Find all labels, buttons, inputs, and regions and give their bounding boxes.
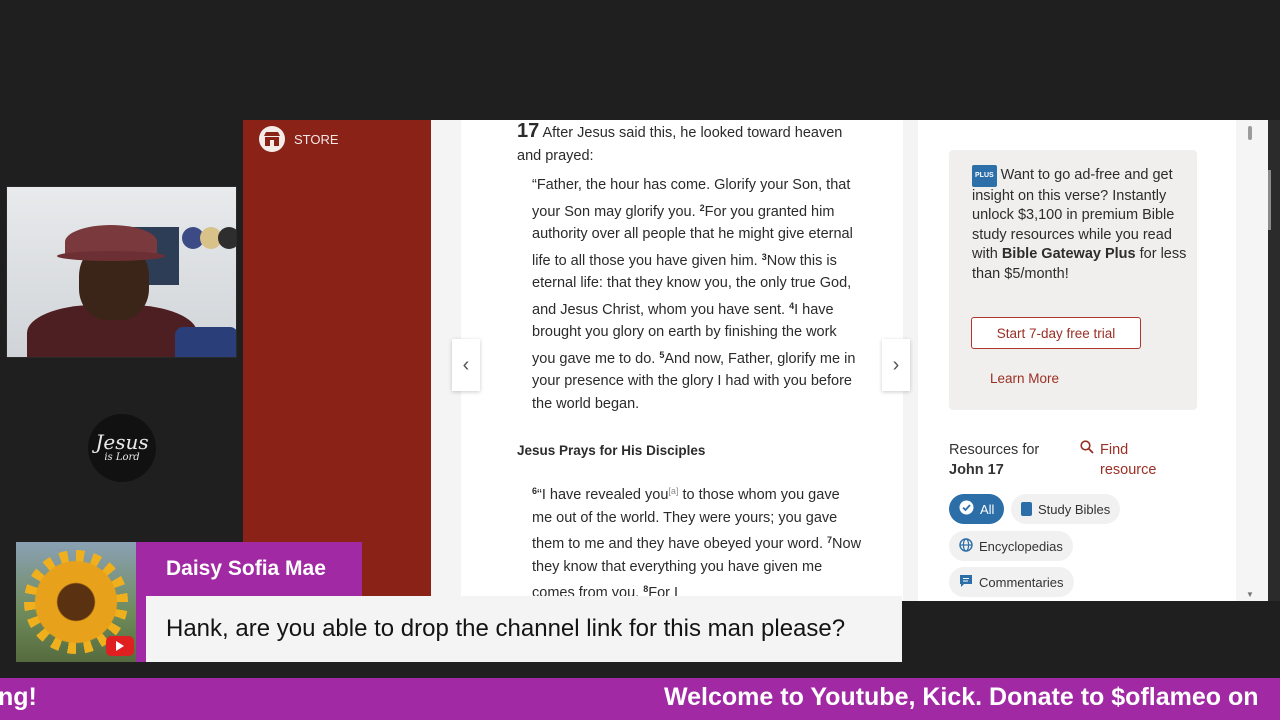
chat-author-name: Daisy Sofia Mae	[136, 542, 362, 596]
scrollbar-thumb[interactable]	[1248, 126, 1252, 140]
chat-message: Hank, are you able to drop the channel l…	[146, 596, 902, 662]
store-link[interactable]: STORE	[259, 126, 339, 152]
search-icon	[1080, 440, 1094, 480]
stream-canvas: Jesus is Lord STORE ▼ 17 After Jesus sai…	[0, 0, 1280, 720]
intro-text: After Jesus said this, he looked toward …	[517, 125, 843, 164]
chevron-right-icon: ›	[892, 353, 900, 376]
chapter-number: 17	[517, 120, 540, 142]
plus-badge: PLUS	[972, 165, 997, 187]
passage-quote: “Father, the hour has come. Glorify your…	[532, 174, 862, 415]
chat-highlight-overlay: Daisy Sofia Mae Hank, are you able to dr…	[16, 542, 902, 662]
scroll-down-icon[interactable]: ▼	[1246, 590, 1254, 599]
find-resource-link[interactable]: Find resource	[1080, 440, 1170, 480]
store-panel: STORE	[243, 120, 431, 601]
resources-heading: Resources for John 17	[949, 442, 1040, 478]
filter-encyclopedias-chip[interactable]: Encyclopedias	[949, 531, 1073, 561]
check-circle-icon	[959, 500, 974, 518]
scrolling-ticker: ng! Welcome to Youtube, Kick. Donate to …	[0, 678, 1280, 720]
comment-icon	[959, 574, 973, 591]
next-chapter-button[interactable]: ›	[882, 339, 910, 391]
verse-text: “I have revealed you	[537, 487, 669, 503]
passage-intro: 17 After Jesus said this, he looked towa…	[517, 120, 857, 167]
page-scrollbar[interactable]: ▼	[1236, 120, 1268, 601]
learn-more-link[interactable]: Learn More	[990, 371, 1059, 386]
globe-icon	[959, 537, 973, 555]
ticker-text: Welcome to Youtube, Kick. Donate to $ofl…	[664, 683, 1259, 711]
plus-promo-box: PLUS Want to go ad-free and get insight o…	[949, 150, 1197, 410]
storefront-icon	[259, 126, 285, 152]
filter-all-chip[interactable]: All	[949, 494, 1005, 524]
find-resource-label: Find resource	[1100, 442, 1157, 478]
chat-avatar	[16, 542, 136, 662]
store-label: STORE	[294, 131, 339, 147]
footnote-link[interactable]: [a]	[668, 486, 678, 496]
plus-brand: Bible Gateway Plus	[1001, 246, 1136, 263]
book-icon	[1021, 502, 1032, 516]
previous-chapter-button[interactable]: ‹	[452, 339, 480, 391]
channel-logo: Jesus is Lord	[88, 414, 156, 482]
filter-study-bibles-chip[interactable]: Study Bibles	[1011, 494, 1121, 524]
filter-commentaries-chip[interactable]: Commentaries	[949, 567, 1074, 597]
resources-reference: John 17	[949, 462, 1004, 478]
webcam-feed	[6, 186, 237, 358]
chevron-left-icon: ‹	[462, 353, 470, 376]
ticker-text-tail: ng!	[0, 683, 37, 711]
start-trial-button[interactable]: Start 7-day free trial	[971, 317, 1141, 349]
plus-promo-text: PLUS Want to go ad-free and get insight o…	[972, 165, 1187, 282]
outer-scrollbar-thumb[interactable]	[1268, 170, 1271, 230]
section-heading: Jesus Prays for His Disciples	[517, 443, 706, 458]
youtube-icon	[106, 636, 134, 656]
